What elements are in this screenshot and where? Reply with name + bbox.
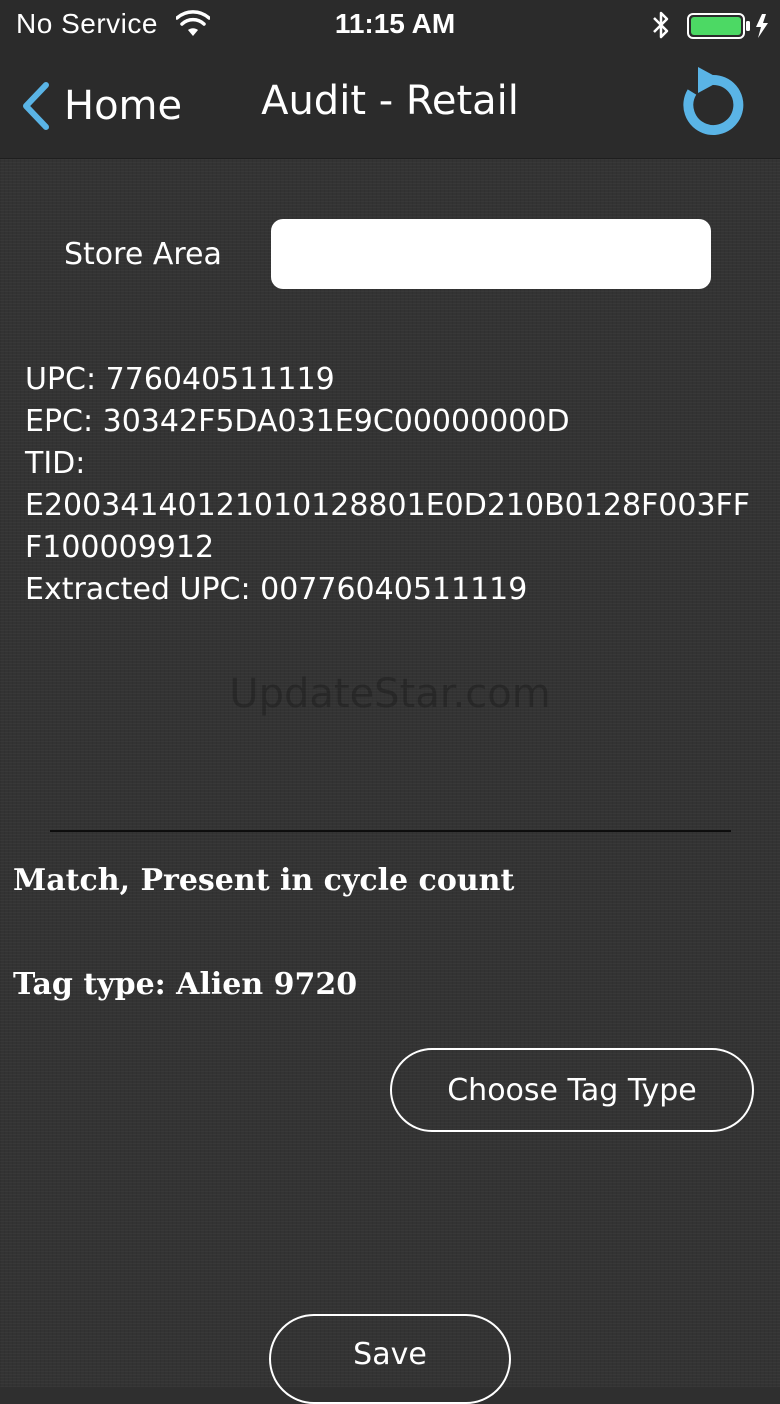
save-button[interactable]: Save <box>269 1314 511 1404</box>
back-label: Home <box>64 83 183 129</box>
back-button[interactable]: Home <box>18 76 182 136</box>
content-area: Store Area UPC: 776040511119 EPC: 30342F… <box>0 159 780 1404</box>
tag-type-label: Tag type: Alien 9720 <box>13 967 358 1002</box>
bluetooth-icon <box>653 11 669 39</box>
charging-bolt-icon <box>756 14 768 38</box>
chevron-left-icon <box>23 82 49 130</box>
epc-line: EPC: 30342F5DA031E9C00000000D <box>25 404 570 439</box>
tid-label: TID: <box>25 446 86 481</box>
page-title: Audit - Retail <box>261 78 519 124</box>
refresh-icon[interactable] <box>678 66 748 140</box>
match-status: Match, Present in cycle count <box>13 863 515 898</box>
extracted-upc-line: Extracted UPC: 00776040511119 <box>25 572 528 607</box>
store-area-input[interactable] <box>271 219 711 289</box>
divider <box>50 830 731 832</box>
battery-icon <box>687 13 768 39</box>
upc-line: UPC: 776040511119 <box>25 362 335 397</box>
tid-value: E20034140121010128801E0D210B0128F003FF F1… <box>25 488 751 565</box>
store-area-label: Store Area <box>64 237 222 272</box>
tag-info: UPC: 776040511119 EPC: 30342F5DA031E9C00… <box>25 359 760 611</box>
status-bar: No Service 11:15 AM <box>0 0 780 54</box>
choose-tag-type-button[interactable]: Choose Tag Type <box>390 1048 754 1132</box>
navigation-bar: Home Audit - Retail <box>0 54 780 159</box>
watermark: UpdateStar.com <box>229 671 551 717</box>
